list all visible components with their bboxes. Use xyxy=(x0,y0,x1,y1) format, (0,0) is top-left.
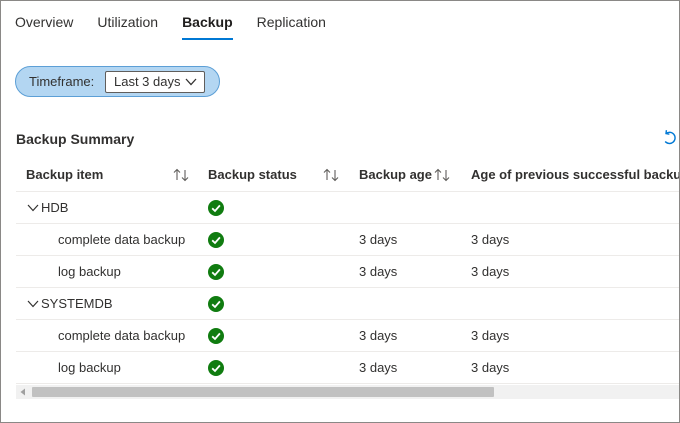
backup-age-cell: 3 days xyxy=(359,264,398,279)
sort-icon[interactable] xyxy=(322,168,340,182)
tab-backup[interactable]: Backup xyxy=(182,1,233,41)
column-header-previous-backup-age[interactable]: Age of previous successful backup xyxy=(471,158,679,191)
chevron-down-icon[interactable] xyxy=(27,204,39,212)
backup-item-cell: log backup xyxy=(58,360,121,375)
previous-backup-age-cell: 3 days xyxy=(471,232,510,247)
success-check-icon xyxy=(208,359,224,376)
status-cell xyxy=(208,256,224,287)
previous-backup-age-cell: 3 days xyxy=(471,360,510,375)
chevron-down-icon[interactable] xyxy=(27,300,39,308)
backup-item-cell: log backup xyxy=(58,264,121,279)
sort-icon[interactable] xyxy=(433,168,451,182)
timeframe-label: Timeframe: xyxy=(29,74,95,89)
table-row-group[interactable]: SYSTEMDB xyxy=(16,288,679,320)
refresh-icon[interactable] xyxy=(661,129,677,147)
backup-age-cell: 3 days xyxy=(359,328,398,343)
tab-overview[interactable]: Overview xyxy=(15,1,73,41)
table-row-group[interactable]: HDB xyxy=(16,192,679,224)
backup-panel: Overview Utilization Backup Replication … xyxy=(0,0,680,423)
backup-age-cell: 3 days xyxy=(359,360,398,375)
table-row[interactable]: complete data backup 3 days 3 days xyxy=(16,224,679,256)
backup-table: Backup item Backup status Backup age Age… xyxy=(16,158,679,384)
table-header: Backup item Backup status Backup age Age… xyxy=(16,158,679,192)
previous-backup-age-cell: 3 days xyxy=(471,264,510,279)
status-cell xyxy=(208,320,224,351)
backup-item-cell: HDB xyxy=(27,192,68,223)
status-cell xyxy=(208,224,224,255)
scrollbar-thumb[interactable] xyxy=(32,387,494,397)
tab-utilization[interactable]: Utilization xyxy=(97,1,158,41)
success-check-icon xyxy=(208,199,224,216)
success-check-icon xyxy=(208,263,224,280)
table-row[interactable]: log backup 3 days 3 days xyxy=(16,256,679,288)
scroll-left-arrow-icon[interactable] xyxy=(19,388,27,396)
success-check-icon xyxy=(208,295,224,312)
backup-age-cell: 3 days xyxy=(359,232,398,247)
column-header-backup-age[interactable]: Backup age xyxy=(359,158,432,191)
sort-icon[interactable] xyxy=(172,168,190,182)
backup-item-cell: complete data backup xyxy=(58,232,186,247)
timeframe-dropdown[interactable]: Last 3 days xyxy=(105,70,205,93)
tab-replication[interactable]: Replication xyxy=(257,1,326,41)
column-header-backup-status[interactable]: Backup status xyxy=(208,158,297,191)
backup-item-cell: complete data backup xyxy=(58,328,186,343)
column-header-backup-item[interactable]: Backup item xyxy=(26,158,103,191)
chevron-down-icon xyxy=(185,78,197,85)
status-cell xyxy=(208,192,224,223)
success-check-icon xyxy=(208,327,224,344)
success-check-icon xyxy=(208,231,224,248)
previous-backup-age-cell: 3 days xyxy=(471,328,510,343)
timeframe-filter[interactable]: Timeframe: Last 3 days xyxy=(15,66,220,97)
horizontal-scrollbar[interactable] xyxy=(16,385,679,399)
status-cell xyxy=(208,288,224,319)
tab-bar: Overview Utilization Backup Replication xyxy=(15,1,350,41)
backup-item-cell: SYSTEMDB xyxy=(27,288,113,319)
group-label: HDB xyxy=(41,200,69,215)
group-label: SYSTEMDB xyxy=(41,296,113,311)
table-row[interactable]: log backup 3 days 3 days xyxy=(16,352,679,384)
timeframe-value: Last 3 days xyxy=(114,74,181,89)
table-row[interactable]: complete data backup 3 days 3 days xyxy=(16,320,679,352)
status-cell xyxy=(208,352,224,383)
backup-summary-title: Backup Summary xyxy=(16,131,135,147)
